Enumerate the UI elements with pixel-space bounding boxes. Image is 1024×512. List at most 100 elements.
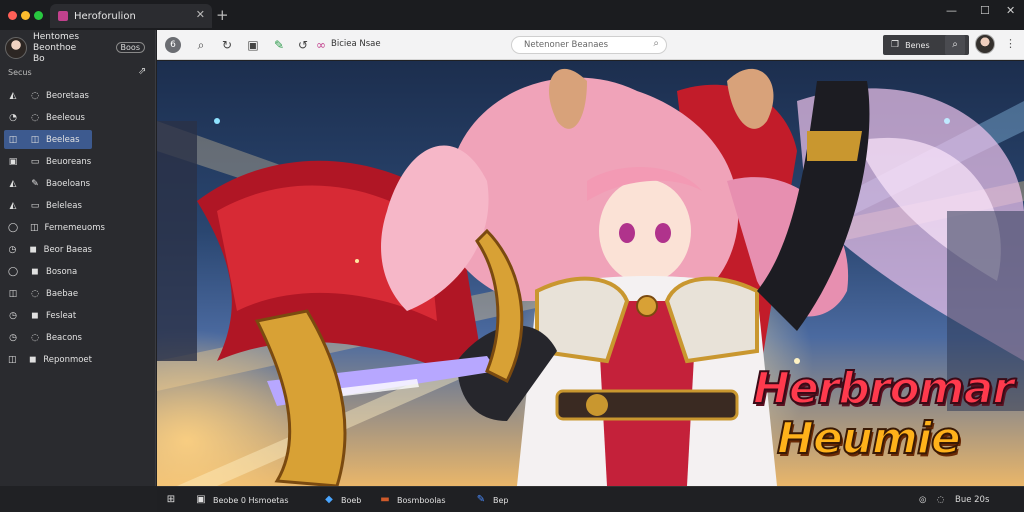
windows-start-icon: ⊞ xyxy=(166,494,176,505)
address-text: Netenoner Beanaes xyxy=(524,40,609,50)
taskbar: ⊞ ▣ Beobe 0 Hsmoetas ◆ Boeb ▬ Bosmboolas… xyxy=(157,486,1024,512)
link-icon[interactable]: ∞ xyxy=(313,37,329,53)
taskbar-item-bosmboolas[interactable]: ▬ Bosmboolas xyxy=(379,492,446,508)
sidebar-item-secondary-icon: ◼ xyxy=(31,310,39,321)
sidebar-item-baebae[interactable]: ◫ ◌ Baebae xyxy=(4,284,92,303)
profile-name-line1: Hentomes Beonthoe xyxy=(33,31,80,53)
app-folder-icon: ▬ xyxy=(380,494,390,505)
sidebar-item-label: Beuoreans xyxy=(46,156,92,167)
sidebar-item-secondary-icon: ▭ xyxy=(30,156,40,167)
sidebar-item-icon: ◫ xyxy=(8,134,18,145)
tab-close-icon[interactable]: ✕ xyxy=(196,8,205,21)
taskbar-item-bep[interactable]: ✎ Bep xyxy=(475,492,509,508)
minimize-window-dot[interactable] xyxy=(21,11,30,20)
taskbar-item-explorer[interactable]: ▣ Beobe 0 Hsmoetas xyxy=(195,492,288,508)
new-tab-button[interactable]: + xyxy=(216,6,229,24)
sidebar-item-beuoreans[interactable]: ▣ ▭ Beuoreans xyxy=(4,152,92,171)
sidebar: Hentomes Beonthoe Bo Boos Secus ⇗ ◭ ◌ Beor… xyxy=(0,30,156,486)
sidebar-item-beoretaas[interactable]: ◭ ◌ Beoretaas xyxy=(4,86,92,105)
minimize-icon[interactable]: — xyxy=(946,4,957,17)
browser-window: Heroforulion ✕ + — ☐ ✕ Hentomes Beonthoe… xyxy=(0,0,1024,512)
pen-icon[interactable]: ✎ xyxy=(271,37,287,53)
sidebar-item-label: Reponmoet xyxy=(43,354,92,365)
refresh-icon[interactable]: ↻ xyxy=(219,37,235,53)
sidebar-item-icon: ◭ xyxy=(9,178,17,189)
taskbar-start[interactable]: ⊞ xyxy=(165,492,183,508)
sidebar-item-icon: ▣ xyxy=(8,156,18,167)
page-label[interactable]: Biciea Nsae xyxy=(331,39,381,49)
sidebar-item-beleleas[interactable]: ◭ ▭ Beleleas xyxy=(4,196,92,215)
sidebar-section-label: Secus xyxy=(8,68,32,77)
search-icon[interactable]: ⌕ xyxy=(193,37,209,53)
sidebar-item-secondary-icon: ◌ xyxy=(31,90,39,101)
tray-clock[interactable]: Bue 20s xyxy=(955,495,989,505)
profile-circle-icon[interactable]: 6 xyxy=(165,37,181,53)
sidebar-item-secondary-icon: ◼ xyxy=(31,266,39,277)
sidebar-item-icon: ◔ xyxy=(9,112,17,123)
sidebar-item-secondary-icon: ◌ xyxy=(31,112,39,123)
sidebar-item-secondary-icon: ◼ xyxy=(29,244,37,255)
maximize-window-dot[interactable] xyxy=(34,11,43,20)
sidebar-item-secondary-icon: ▭ xyxy=(30,200,40,211)
sidebar-item-icon: ◯ xyxy=(8,222,19,233)
avatar[interactable] xyxy=(5,37,27,59)
sidebar-item-reponmoet[interactable]: ◫ ◼ Reponmoet xyxy=(4,350,92,369)
sidebar-item-label: Baebae xyxy=(46,288,79,299)
app-pen-icon: ✎ xyxy=(476,494,486,505)
more-menu-icon[interactable]: ⋮ xyxy=(1005,37,1016,50)
app-window-icon: ▣ xyxy=(196,494,206,505)
toolbar: 6 ⌕ ↻ ▣ ✎ ↺ ∞ Biciea Nsae Netenoner Bean… xyxy=(157,30,1024,60)
sidebar-item-icon: ◭ xyxy=(9,200,17,211)
share-label: Benes xyxy=(905,40,930,50)
sidebar-item-fesleat[interactable]: ◷ ◼ Fesleat xyxy=(4,306,92,325)
sidebar-item-secondary-icon: ◌ xyxy=(31,332,39,343)
sidebar-item-bosona[interactable]: ◯ ◼ Bosona xyxy=(4,262,92,281)
sidebar-item-secondary-icon: ◫ xyxy=(30,222,39,233)
sidebar-item-beor-baeas[interactable]: ◷ ◼ Beor Baeas xyxy=(4,240,92,259)
sidebar-item-secondary-icon: ◫ xyxy=(30,134,40,145)
sidebar-item-icon: ◯ xyxy=(8,266,19,277)
sidebar-item-beeleas[interactable]: ◫ ◫ Beeleas xyxy=(4,130,92,149)
taskbar-item-label: Bep xyxy=(493,495,509,505)
sidebar-item-secondary-icon: ✎ xyxy=(31,178,39,189)
close-icon[interactable]: ✕ xyxy=(1006,4,1015,17)
hero-artwork: Herbromar Heumie xyxy=(157,61,1024,486)
profile-name: Hentomes Beonthoe Bo xyxy=(33,32,117,65)
sidebar-item-icon: ◫ xyxy=(8,288,18,299)
sidebar-item-icon: ◷ xyxy=(9,332,17,343)
taskbar-item-label: Beobe 0 Hsmoetas xyxy=(213,495,289,505)
tray-settings-icon[interactable]: ◎ xyxy=(919,495,926,505)
taskbar-item-boeb[interactable]: ◆ Boeb xyxy=(323,492,361,508)
tab-title: Heroforulion xyxy=(74,10,136,22)
sidebar-item-fernemeuoms[interactable]: ◯ ◫ Fernemeuoms xyxy=(4,218,105,237)
share-icon: ❐ xyxy=(891,40,900,50)
sidebar-item-icon: ◷ xyxy=(8,244,17,255)
toolbar-avatar[interactable] xyxy=(975,34,995,54)
history-icon[interactable]: ↺ xyxy=(295,37,311,53)
sidebar-item-secondary-icon: ◼ xyxy=(29,354,37,365)
sidebar-item-beacons[interactable]: ◷ ◌ Beacons xyxy=(4,328,92,347)
close-window-dot[interactable] xyxy=(8,11,17,20)
toolbar-search-icon[interactable]: ⌕ xyxy=(945,35,965,55)
taskbar-item-label: Bosmboolas xyxy=(397,495,446,505)
sidebar-item-label: Beeleas xyxy=(46,134,80,145)
sidebar-item-label: Bosona xyxy=(46,266,78,277)
logo-title-line1: Herbromar xyxy=(752,362,1015,415)
address-search-icon[interactable]: ⌕ xyxy=(653,38,659,49)
sidebar-item-label: Beleleas xyxy=(46,200,82,211)
sidebar-item-beeleous[interactable]: ◔ ◌ Beeleous xyxy=(4,108,92,127)
browser-tab[interactable]: Heroforulion ✕ xyxy=(50,4,212,28)
sidebar-item-label: Beacons xyxy=(46,332,82,343)
app-diamond-icon: ◆ xyxy=(325,494,333,505)
profile-button[interactable]: Boos xyxy=(115,42,145,53)
tab-favicon-icon xyxy=(58,11,68,21)
maximize-icon[interactable]: ☐ xyxy=(980,4,990,17)
sidebar-item-baoeloans[interactable]: ◭ ✎ Baoeloans xyxy=(4,174,92,193)
tray-network-icon[interactable]: ◌ xyxy=(937,495,944,505)
save-icon[interactable]: ▣ xyxy=(245,37,261,53)
sidebar-item-label: Baoeloans xyxy=(46,178,91,189)
sidebar-profile[interactable]: Hentomes Beonthoe Bo Boos xyxy=(5,32,155,65)
logo-title-line2: Heumie xyxy=(776,412,962,465)
expand-icon[interactable]: ⇗ xyxy=(138,66,146,77)
address-bar[interactable]: Netenoner Beanaes ⌕ xyxy=(511,36,667,54)
